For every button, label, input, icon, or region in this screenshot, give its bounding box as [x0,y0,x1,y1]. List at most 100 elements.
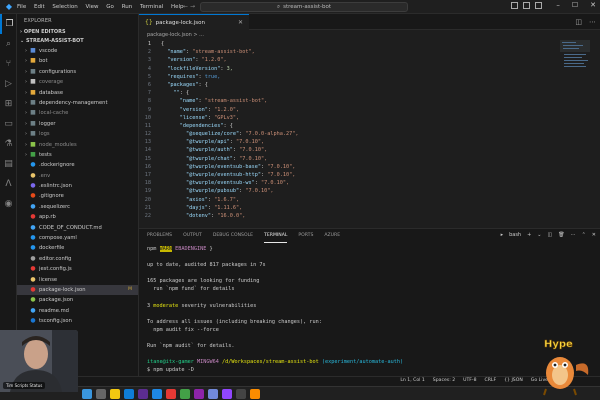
folder-item-vscode[interactable]: › ■ vscode [17,46,138,56]
tab-terminal[interactable]: TERMINAL [264,229,288,243]
source-control-icon[interactable]: ⑂ [0,54,17,74]
file-item-compose-yaml[interactable]: ● compose.yaml [17,233,138,243]
minimap[interactable] [560,40,590,228]
vscode-taskbar-icon[interactable] [152,388,162,399]
code-line[interactable]: 2 "name": "stream-assist-bot", [139,48,600,56]
cursor-position[interactable]: Ln 1, Col 1 [400,378,424,383]
code-line[interactable]: 14 "@twurple/auth": "7.0.10", [139,146,600,154]
maximize-icon[interactable]: ☐ [572,1,578,9]
split-editor-icon[interactable]: ◫ [575,18,582,26]
folder-item-logger[interactable]: › ■ logger [17,119,138,129]
visual-studio-icon[interactable] [138,388,148,399]
run-debug-icon[interactable]: ▷ [0,74,17,94]
file-item-code-of-conduct-md[interactable]: ● CODE_OF_CONDUCT.md [17,223,138,233]
code-line[interactable]: 5 "requires": true, [139,73,600,81]
language-mode[interactable]: {} JSON [504,378,523,383]
more-actions-icon[interactable]: ⋯ [589,18,596,26]
tab-ports[interactable]: PORTS [298,229,313,243]
file-item-sequelizerc[interactable]: ● .sequelizerc [17,202,138,212]
command-center-search[interactable]: ⌕ stream-assist-bot [200,2,408,12]
code-line[interactable]: 15 "@twurple/chat": "7.0.10", [139,155,600,163]
code-line[interactable]: 1{ [139,40,600,48]
file-item-dockerignore[interactable]: ● .dockerignore [17,160,138,170]
file-item-eslintrc-json[interactable]: ● .eslintrc.json [17,181,138,191]
folder-item-bot[interactable]: › ■ bot [17,56,138,66]
maximize-panel-icon[interactable]: ⌃ [582,232,586,238]
git-graph-icon[interactable]: ◉ [0,194,17,214]
app-icon[interactable] [194,388,204,399]
chevron-down-icon[interactable]: ⌄ [537,232,541,238]
close-icon[interactable]: ✕ [590,1,596,9]
folder-item-dependency-management[interactable]: › ■ dependency-management [17,98,138,108]
encoding[interactable]: UTF-8 [463,378,476,383]
file-item-package-lock-json[interactable]: ● package-lock.json M [17,284,138,296]
trash-icon[interactable]: 🗑 [558,232,564,238]
app-icon[interactable] [166,388,176,399]
file-item-dockerfile[interactable]: ● dockerfile [17,243,138,253]
folder-item-database[interactable]: › ■ database [17,88,138,98]
close-tab-icon[interactable]: ✕ [238,19,243,26]
start-icon[interactable] [82,388,92,399]
forward-arrow-icon[interactable]: → [190,3,195,10]
line-endings[interactable]: CRLF [485,378,497,383]
code-line[interactable]: 6 "packages": { [139,81,600,89]
code-line[interactable]: 13 "@twurple/api": "7.0.10", [139,138,600,146]
search-view-icon[interactable]: ⌕ [0,34,17,54]
menu-edit[interactable]: Edit [34,4,45,10]
code-line[interactable]: 19 "@twurple/pubsub": "7.0.10", [139,187,600,195]
code-line[interactable]: 18 "@twurple/eventsub-ws": "7.0.10", [139,179,600,187]
code-line[interactable]: 12 "@sequelize/core": "7.0.0-alpha.27", [139,130,600,138]
file-item-tsconfig-json[interactable]: ● tsconfig.json [17,316,138,326]
split-terminal-icon[interactable]: ◫ [548,232,553,238]
file-item-package-json[interactable]: ● package.json [17,295,138,305]
indentation[interactable]: Spaces: 2 [433,378,455,383]
obs-icon[interactable] [236,388,246,399]
file-item-env[interactable]: ● .env [17,171,138,181]
edge-icon[interactable] [124,388,134,399]
file-item-gitignore[interactable]: ● .gitignore [17,191,138,201]
remote-explorer-icon[interactable]: ▭ [0,114,17,134]
tab-debug-console[interactable]: DEBUG CONSOLE [213,229,253,243]
toggle-panel-icon[interactable] [523,2,530,9]
open-editors-section[interactable]: › OPEN EDITORS [17,28,138,37]
back-arrow-icon[interactable]: ← [183,3,188,10]
breadcrumb[interactable]: package-lock.json > ... [139,30,600,40]
code-line[interactable]: 21 "dayjs": "1.11.6", [139,204,600,212]
code-line[interactable]: 20 "axios": "1.6.7", [139,196,600,204]
menu-view[interactable]: View [85,4,98,10]
explorer-icon[interactable]: ❐ [0,14,17,34]
code-line[interactable]: 7 "": { [139,89,600,97]
menu-file[interactable]: File [17,4,26,10]
twitch-icon[interactable] [222,388,232,399]
close-panel-icon[interactable]: ✕ [592,232,596,238]
file-explorer-icon[interactable] [110,388,120,399]
code-line[interactable]: 8 "name": "stream-assist-bot", [139,97,600,105]
code-line[interactable]: 10 "license": "GPLv3", [139,114,600,122]
code-editor[interactable]: 1{2 "name": "stream-assist-bot", 3 "versi… [139,40,600,228]
file-item-readme-md[interactable]: ● readme.md [17,306,138,316]
toggle-secondary-sidebar-icon[interactable] [535,2,542,9]
more-actions-icon[interactable]: ⋯ [571,232,576,238]
code-line[interactable]: 16 "@twurple/eventsub-base": "7.0.10", [139,163,600,171]
project-section[interactable]: ⌄ STREAM-ASSIST-BOT [17,37,138,46]
folder-item-tests[interactable]: › ■ tests [17,150,138,160]
code-line[interactable]: 11 "dependencies": { [139,122,600,130]
shell-label[interactable]: bash [509,232,521,238]
folder-item-coverage[interactable]: › ■ coverage [17,77,138,87]
azure-icon[interactable]: Λ [0,174,17,194]
code-line[interactable]: 22 "dotenv": "16.0.0", [139,212,600,220]
folder-item-local-cache[interactable]: › ■ local-cache [17,108,138,118]
folder-item-node-modules[interactable]: › ■ node_modules [17,140,138,150]
tab-output[interactable]: OUTPUT [183,229,202,243]
menu-run[interactable]: Run [122,4,133,10]
menu-go[interactable]: Go [106,4,114,10]
terminal-output[interactable]: npm WARN EBADENGINE } up to date, audite… [147,245,587,375]
tab-package-lock[interactable]: {} package-lock.json ✕ [139,14,249,30]
tab-problems[interactable]: PROBLEMS [147,229,172,243]
folder-item-logs[interactable]: › ■ logs [17,129,138,139]
extensions-icon[interactable]: ⊞ [0,94,17,114]
docker-icon[interactable]: ▤ [0,154,17,174]
file-item-app-rb[interactable]: ● app.rb [17,212,138,222]
minimize-icon[interactable]: – [556,1,560,9]
new-terminal-icon[interactable]: + [527,232,531,238]
